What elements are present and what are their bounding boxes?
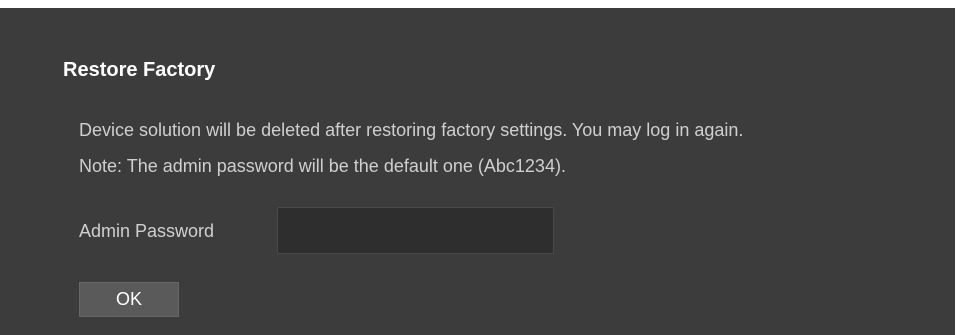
- admin-password-label: Admin Password: [79, 221, 215, 241]
- admin-password-input[interactable]: [277, 207, 554, 254]
- warning-message: Device solution will be deleted after re…: [79, 120, 744, 140]
- restore-factory-panel: Restore Factory Device solution will be …: [0, 8, 955, 335]
- note-message: Note: The admin password will be the def…: [79, 156, 566, 176]
- ok-button[interactable]: OK: [79, 282, 179, 317]
- panel-title: Restore Factory: [63, 59, 216, 81]
